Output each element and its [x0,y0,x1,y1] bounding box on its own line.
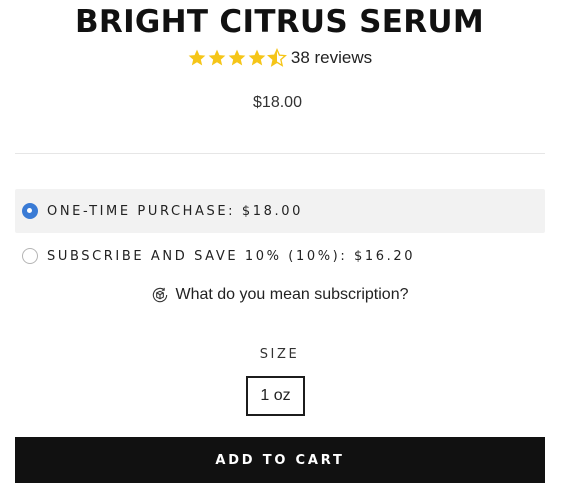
subscription-box-icon [153,287,168,303]
product-price: $18.00 [253,94,302,111]
divider [15,153,545,154]
star-full-icon [228,49,246,66]
star-rating [187,48,287,68]
star-full-icon [248,49,266,66]
option-label: ONE-TIME PURCHASE: $18.00 [47,203,303,219]
subscription-help-link[interactable]: What do you mean subscription? [0,285,559,305]
star-full-icon [188,49,206,66]
option-label: SUBSCRIBE AND SAVE 10% (10%): $16.20 [47,248,416,264]
radio-selected-icon[interactable] [22,203,38,219]
star-full-icon [208,49,226,66]
size-option-1oz[interactable]: 1 oz [246,376,305,416]
subscribe-and-save-option[interactable]: SUBSCRIBE AND SAVE 10% (10%): $16.20 [15,234,545,278]
add-to-cart-button[interactable]: ADD TO CART [15,437,545,483]
size-label: SIZE [259,347,300,362]
subscription-help-text[interactable]: What do you mean subscription? [175,286,408,304]
reviews-count-link[interactable]: 38 reviews [291,48,372,68]
product-title: BRIGHT CITRUS SERUM [74,4,485,40]
star-half-icon [266,48,287,67]
one-time-purchase-option[interactable]: ONE-TIME PURCHASE: $18.00 [15,189,545,233]
product-rating[interactable]: 38 reviews [0,48,559,68]
radio-unselected-icon[interactable] [22,248,38,264]
